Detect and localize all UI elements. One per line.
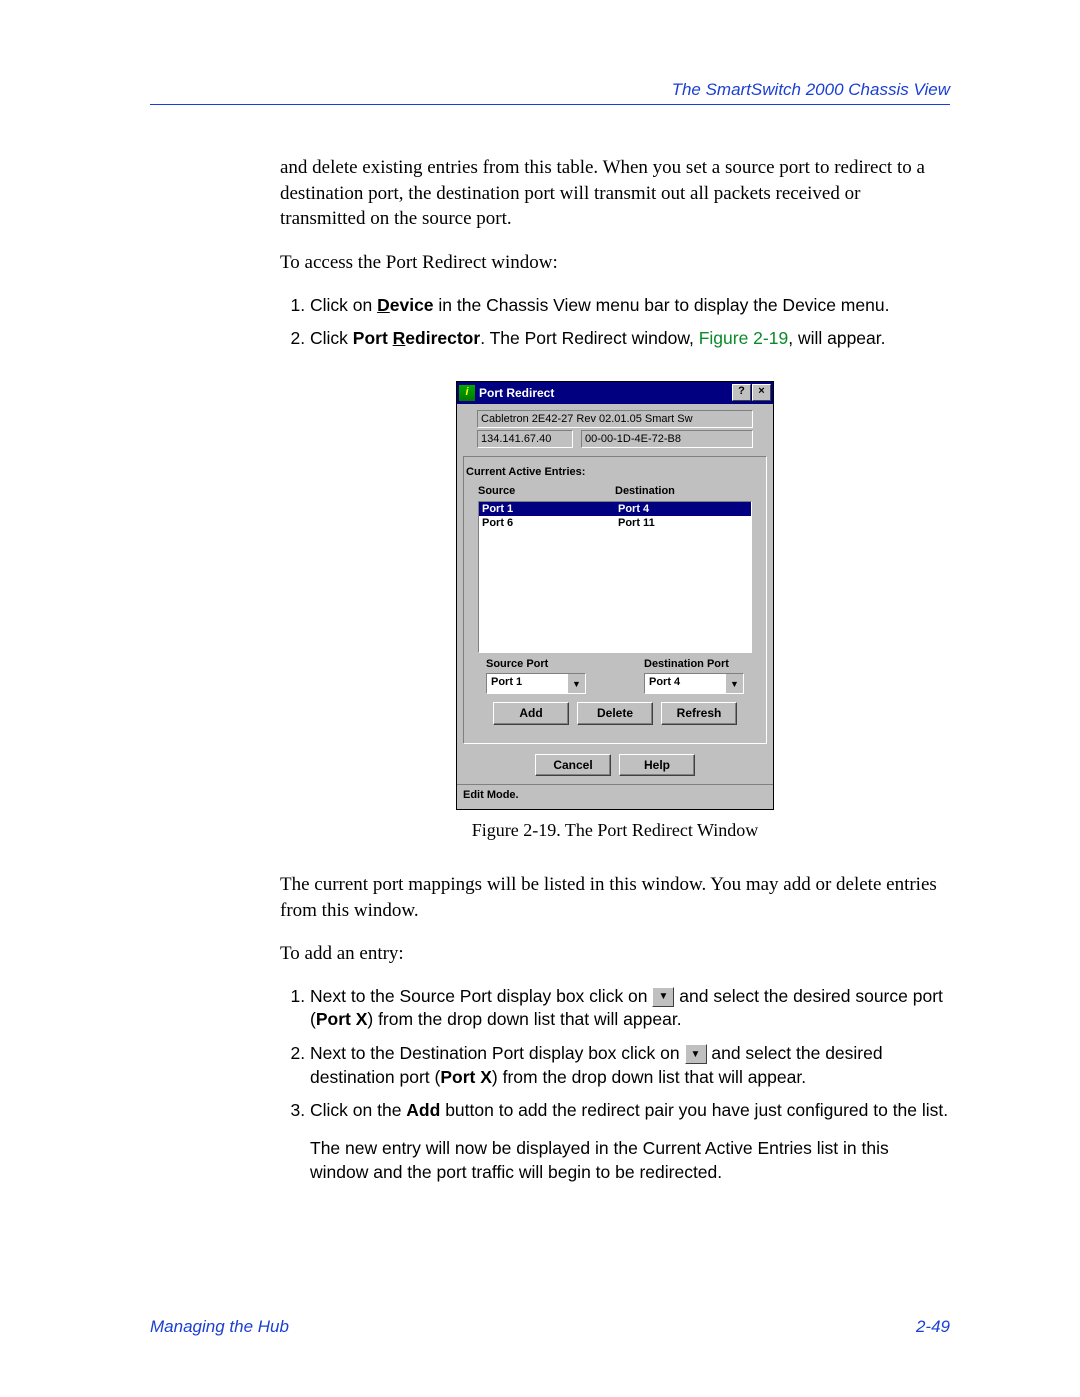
close-button[interactable]: × — [752, 384, 771, 401]
dropdown-arrow-icon[interactable]: ▼ — [685, 1044, 707, 1064]
cancel-button[interactable]: Cancel — [535, 754, 611, 776]
after-paragraph-1: The current port mappings will be listed… — [280, 872, 950, 923]
add-entry-steps: Next to the Source Port display box clic… — [280, 985, 950, 1184]
footer-left: Managing the Hub — [150, 1317, 289, 1337]
after-paragraph-2: To add an entry: — [280, 941, 950, 967]
intro-paragraph-2: To access the Port Redirect window: — [280, 250, 950, 276]
add-button[interactable]: Add — [493, 702, 569, 724]
access-step-1: Click on Device in the Chassis View menu… — [310, 294, 950, 318]
col-source: Source — [478, 484, 615, 499]
list-row[interactable]: Port 6 Port 11 — [479, 516, 751, 530]
help-dialog-button[interactable]: Help — [619, 754, 695, 776]
intro-paragraph-1: and delete existing entries from this ta… — [280, 155, 950, 232]
entries-listbox[interactable]: Port 1 Port 4 Port 6 Port 11 — [478, 501, 752, 653]
add-step-2: Next to the Destination Port display box… — [310, 1042, 950, 1089]
delete-button[interactable]: Delete — [577, 702, 653, 724]
list-row[interactable]: Port 1 Port 4 — [479, 502, 751, 516]
help-button[interactable]: ? — [732, 384, 751, 401]
access-steps-list: Click on Device in the Chassis View menu… — [280, 294, 950, 351]
document-page: The SmartSwitch 2000 Chassis View and de… — [0, 0, 1080, 1397]
destination-port-combo[interactable]: Port 4 ▼ — [644, 673, 744, 694]
dialog-title: Port Redirect — [479, 385, 554, 401]
figure-link[interactable]: Figure 2-19 — [699, 328, 789, 348]
ip-address-field: 134.141.67.40 — [477, 430, 573, 448]
footer-page-number: 2-49 — [916, 1317, 950, 1337]
add-step-3: Click on the Add button to add the redir… — [310, 1099, 950, 1184]
active-entries-group: Current Active Entries: Source Destinati… — [463, 456, 767, 744]
refresh-button[interactable]: Refresh — [661, 702, 737, 724]
dropdown-arrow-icon[interactable]: ▼ — [652, 987, 674, 1007]
source-port-label: Source Port — [486, 657, 586, 672]
dialog-titlebar[interactable]: i Port Redirect ? × — [457, 382, 773, 404]
page-footer: Managing the Hub 2-49 — [150, 1317, 950, 1337]
device-name-field: Cabletron 2E42-27 Rev 02.01.05 Smart Sw — [477, 410, 753, 428]
mac-address-field: 00-00-1D-4E-72-B8 — [581, 430, 753, 448]
group-label: Current Active Entries: — [466, 465, 752, 480]
figure-caption: Figure 2-19. The Port Redirect Window — [280, 818, 950, 842]
source-port-combo[interactable]: Port 1 ▼ — [486, 673, 586, 694]
dropdown-arrow-icon[interactable]: ▼ — [725, 674, 743, 693]
figure-container: i Port Redirect ? × Cabletron 2E42-27 Re… — [280, 381, 950, 810]
dropdown-arrow-icon[interactable]: ▼ — [567, 674, 585, 693]
col-destination: Destination — [615, 484, 752, 499]
port-redirect-dialog: i Port Redirect ? × Cabletron 2E42-27 Re… — [456, 381, 774, 810]
status-bar: Edit Mode. — [457, 784, 773, 807]
body-content: and delete existing entries from this ta… — [280, 155, 950, 1184]
app-icon: i — [459, 385, 475, 401]
destination-port-label: Destination Port — [644, 657, 744, 672]
page-header-title: The SmartSwitch 2000 Chassis View — [150, 80, 950, 105]
add-step-1: Next to the Source Port display box clic… — [310, 985, 950, 1032]
access-step-2: Click Port Redirector. The Port Redirect… — [310, 327, 950, 351]
